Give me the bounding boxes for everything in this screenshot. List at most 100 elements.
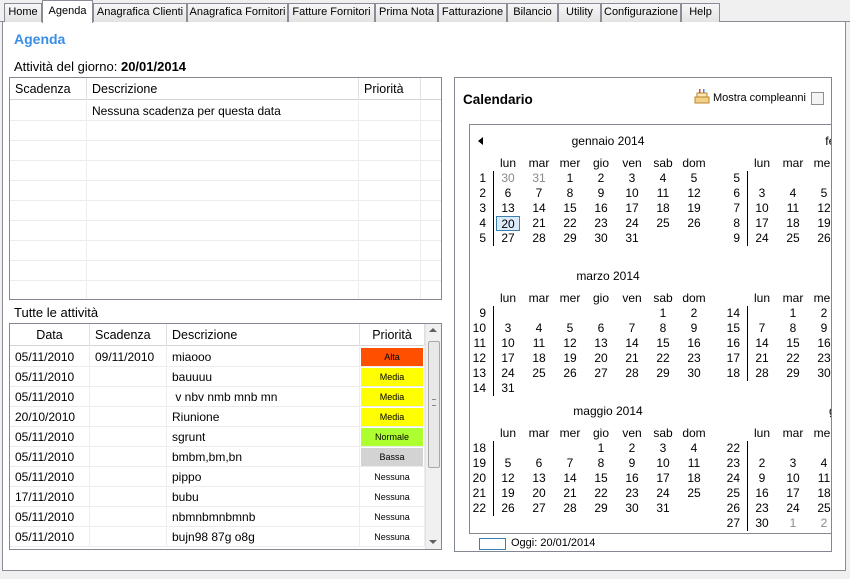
day-cell[interactable]: 10: [496, 336, 520, 351]
day-cell[interactable]: 14: [620, 336, 644, 351]
day-cell[interactable]: 19: [812, 216, 831, 231]
day-cell[interactable]: 17: [620, 201, 644, 216]
day-cell[interactable]: 11: [651, 186, 675, 201]
scrollbar-thumb[interactable]: [428, 341, 440, 468]
scroll-down-icon[interactable]: [429, 540, 437, 544]
table-row[interactable]: 05/11/2010 pippo Nessuna: [10, 467, 425, 487]
day-cell[interactable]: 19: [682, 201, 706, 216]
day-cell[interactable]: 15: [558, 201, 582, 216]
day-cell[interactable]: 17: [750, 216, 774, 231]
day-cell[interactable]: 9: [620, 456, 644, 471]
day-cell[interactable]: 4: [527, 321, 551, 336]
day-cell[interactable]: 19: [496, 486, 520, 501]
day-cell[interactable]: 8: [651, 321, 675, 336]
day-cell[interactable]: 23: [812, 351, 831, 366]
day-cell[interactable]: 28: [620, 366, 644, 381]
day-cell[interactable]: 3: [620, 171, 644, 186]
day-cell[interactable]: 7: [620, 321, 644, 336]
day-cell[interactable]: 25: [781, 231, 805, 246]
table-row[interactable]: 05/11/2010 bauuuu Media: [10, 367, 425, 387]
tab-fatturazione[interactable]: Fatturazione: [438, 3, 507, 22]
day-cell[interactable]: 1: [651, 306, 675, 321]
day-cell[interactable]: 3: [750, 186, 774, 201]
tab-anagrafica-clienti[interactable]: Anagrafica Clienti: [93, 3, 187, 22]
day-cell[interactable]: 30: [750, 516, 774, 531]
day-cell[interactable]: 12: [812, 201, 831, 216]
day-cell[interactable]: 29: [558, 231, 582, 246]
tab-configurazione[interactable]: Configurazione: [601, 3, 681, 22]
day-cell[interactable]: 7: [750, 321, 774, 336]
day-cell[interactable]: 6: [589, 321, 613, 336]
day-cell[interactable]: 30: [682, 366, 706, 381]
tab-agenda[interactable]: Agenda: [42, 0, 93, 23]
col-header-priorita[interactable]: Priorità: [359, 78, 421, 100]
day-cell[interactable]: 26: [558, 366, 582, 381]
scroll-up-icon[interactable]: [429, 328, 437, 332]
tab-anagrafica-fornitori[interactable]: Anagrafica Fornitori: [187, 3, 288, 22]
day-cell[interactable]: 2: [812, 516, 831, 531]
day-cell[interactable]: 11: [682, 456, 706, 471]
table-row[interactable]: 05/11/2010 bmbm,bm,bn Bassa: [10, 447, 425, 467]
day-cell[interactable]: 30: [496, 171, 520, 186]
day-cell[interactable]: 13: [496, 201, 520, 216]
day-cell[interactable]: 13: [527, 471, 551, 486]
day-cell[interactable]: 18: [781, 216, 805, 231]
day-cell[interactable]: 25: [651, 216, 675, 231]
day-cell[interactable]: 16: [812, 336, 831, 351]
day-cell[interactable]: 2: [589, 171, 613, 186]
day-cell[interactable]: 2: [812, 306, 831, 321]
day-cell[interactable]: 26: [496, 501, 520, 516]
prev-month-icon[interactable]: [478, 137, 483, 145]
day-cell[interactable]: 24: [750, 231, 774, 246]
today-label[interactable]: Oggi: 20/01/2014: [511, 537, 595, 549]
day-cell[interactable]: 14: [558, 471, 582, 486]
day-cell[interactable]: 19: [558, 351, 582, 366]
day-cell[interactable]: 1: [781, 516, 805, 531]
day-cell[interactable]: 7: [527, 186, 551, 201]
day-cell[interactable]: 5: [496, 456, 520, 471]
day-cell[interactable]: 22: [589, 486, 613, 501]
day-cell[interactable]: 7: [558, 456, 582, 471]
col-header-data[interactable]: Data: [10, 324, 90, 346]
day-cell[interactable]: 24: [781, 501, 805, 516]
day-cell[interactable]: 30: [812, 366, 831, 381]
day-cell[interactable]: 26: [812, 231, 831, 246]
day-cell[interactable]: 24: [496, 366, 520, 381]
day-cell[interactable]: 21: [750, 351, 774, 366]
day-cell[interactable]: 31: [527, 171, 551, 186]
day-cell[interactable]: 29: [589, 501, 613, 516]
day-cell[interactable]: 23: [682, 351, 706, 366]
day-cell[interactable]: 29: [781, 366, 805, 381]
day-cell[interactable]: 4: [651, 171, 675, 186]
day-cell[interactable]: 5: [682, 171, 706, 186]
day-cell[interactable]: 9: [589, 186, 613, 201]
day-cell[interactable]: 29: [651, 366, 675, 381]
day-cell[interactable]: 10: [750, 201, 774, 216]
day-cell[interactable]: 22: [558, 216, 582, 231]
day-cell[interactable]: 14: [750, 336, 774, 351]
day-cell[interactable]: 11: [812, 471, 831, 486]
day-cell[interactable]: 17: [781, 486, 805, 501]
day-cell[interactable]: 10: [781, 471, 805, 486]
day-cell[interactable]: 20: [589, 351, 613, 366]
day-cell[interactable]: 4: [781, 186, 805, 201]
day-cell[interactable]: 16: [750, 486, 774, 501]
day-cell[interactable]: 27: [589, 366, 613, 381]
day-cell[interactable]: 23: [750, 501, 774, 516]
day-cell[interactable]: 9: [812, 321, 831, 336]
day-cell[interactable]: 4: [682, 441, 706, 456]
month-calendar[interactable]: gennaio 2014 lun mar mer gio ven sab dom 1 30 31 1 2…: [469, 124, 831, 534]
day-cell[interactable]: 8: [781, 321, 805, 336]
col-header-descrizione[interactable]: Descrizione: [87, 78, 359, 100]
col-header-scadenza[interactable]: Scadenza: [90, 324, 167, 346]
day-cell[interactable]: 21: [620, 351, 644, 366]
day-cell[interactable]: 16: [682, 336, 706, 351]
day-cell[interactable]: 28: [527, 231, 551, 246]
day-cell[interactable]: 10: [651, 456, 675, 471]
table-row[interactable]: 05/11/2010 09/11/2010 miaooo Alta: [10, 347, 425, 367]
tab-utility[interactable]: Utility: [558, 3, 601, 22]
day-cell[interactable]: 31: [496, 381, 520, 396]
day-cell[interactable]: 20: [527, 486, 551, 501]
day-cell[interactable]: 17: [496, 351, 520, 366]
day-cell[interactable]: 31: [651, 501, 675, 516]
